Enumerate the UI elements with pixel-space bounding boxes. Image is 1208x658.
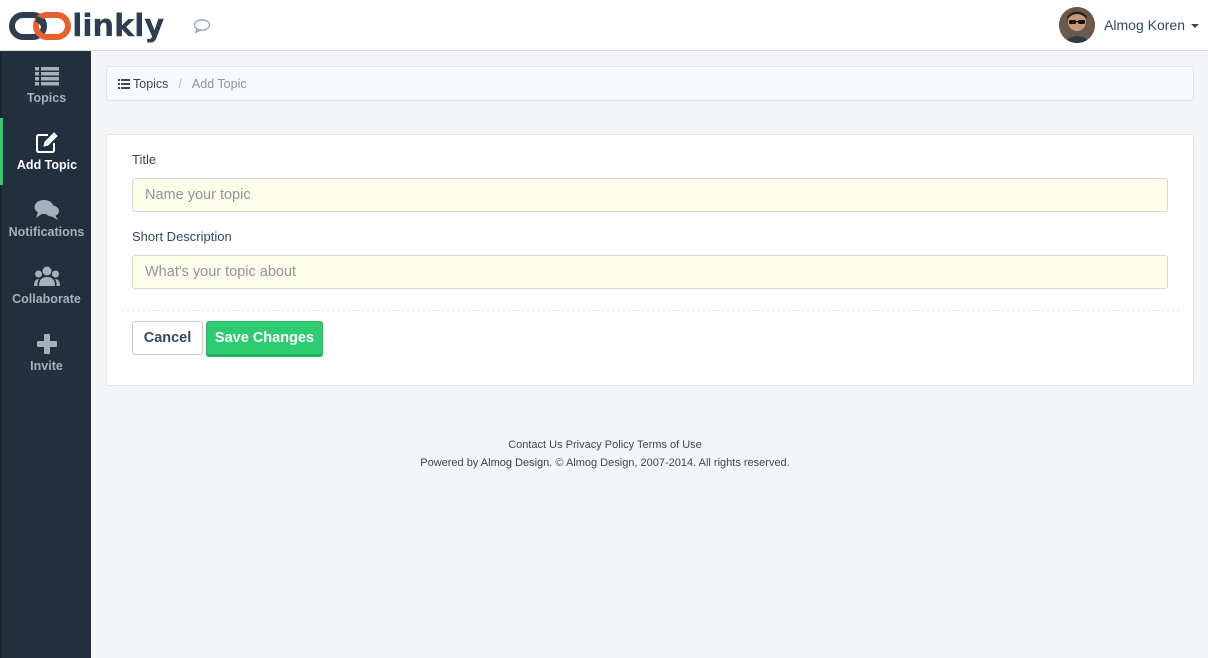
top-navbar: linkly Almog Koren [0,0,1208,51]
breadcrumb-parent-label: Topics [133,76,169,91]
user-menu[interactable]: Almog Koren [1059,6,1199,44]
list-icon [118,78,130,89]
sidebar-item-label: Notifications [8,224,85,239]
breadcrumb-separator: / [178,76,182,91]
breadcrumb: Topics / Add Topic [106,66,1194,101]
sidebar-item-invite[interactable]: Invite [2,319,91,386]
sidebar-item-label: Add Topic [16,157,78,172]
breadcrumb-link-topics[interactable]: Topics [118,77,168,91]
app-logo[interactable]: linkly [9,7,164,45]
footer-link-almog-design[interactable]: Almog Design [481,457,549,469]
sidebar-item-label: Topics [26,90,67,105]
sidebar-item-add-topic[interactable]: Add Topic [0,118,91,185]
footer-link-privacy[interactable]: Privacy Policy [566,439,634,451]
footer-copyright: Powered by Almog Design. © Almog Design,… [106,457,1104,469]
footer-link-terms[interactable]: Terms of Use [637,439,702,451]
chain-link-logo-icon [9,11,71,41]
comments-icon [34,199,60,221]
copyright-text: . © Almog Design, 2007-2014. All rights … [549,457,790,469]
sidebar-item-notifications[interactable]: Notifications [2,185,91,252]
avatar [1059,7,1096,43]
title-input[interactable] [132,178,1168,212]
powered-by-text: Powered by [420,457,481,469]
sidebar-item-topics[interactable]: Topics [2,51,91,118]
breadcrumb-current: Add Topic [191,76,247,91]
footer-link-contact[interactable]: Contact Us [508,439,562,451]
save-changes-button[interactable]: Save Changes [206,321,323,355]
description-input[interactable] [132,255,1168,289]
chevron-down-icon [1191,24,1199,28]
footer-links: Contact Us Privacy Policy Terms of Use [106,439,1104,451]
chat-bubble-icon[interactable] [192,17,212,35]
list-icon [34,65,60,87]
sidebar: Topics Add Topic Notifications Collabora… [0,51,91,658]
title-label: Title [132,152,157,167]
users-icon [33,266,60,288]
cancel-button[interactable]: Cancel [132,321,203,355]
sidebar-item-collaborate[interactable]: Collaborate [2,252,91,319]
sidebar-item-label: Collaborate [12,291,81,306]
add-topic-form: Title Short Description Cancel Save Chan… [106,134,1194,386]
edit-icon [34,131,60,154]
plus-icon [34,333,60,355]
user-name: Almog Koren [1104,17,1185,33]
description-label: Short Description [132,229,232,244]
sidebar-item-label: Invite [30,358,63,373]
form-divider [122,310,1180,311]
logo-wordmark: linkly [72,8,164,44]
